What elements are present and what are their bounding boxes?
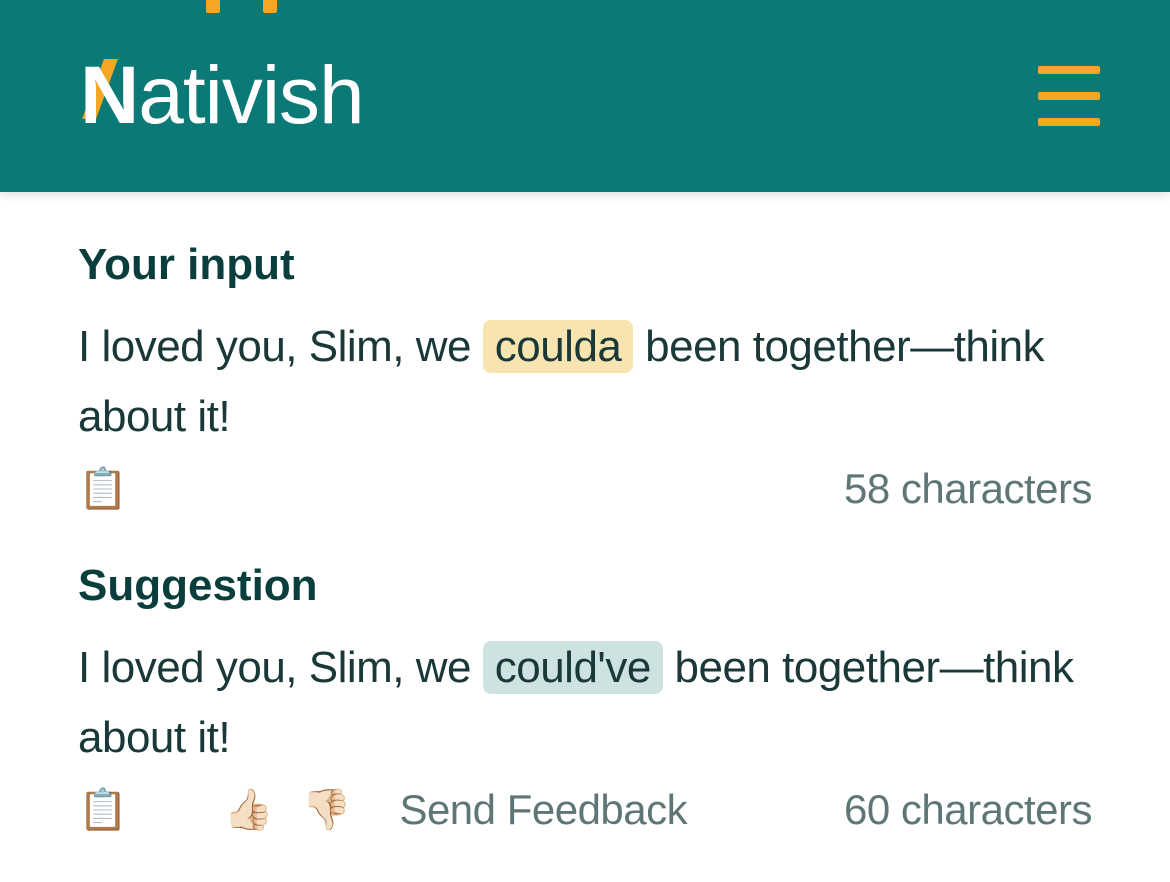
- clipboard-icon[interactable]: 📋: [78, 465, 128, 512]
- thumbs-down-icon[interactable]: 👎🏻: [302, 786, 352, 833]
- suggestion-text-before: I loved you, Slim, we: [78, 643, 483, 692]
- suggestion-text: I loved you, Slim, we could've been toge…: [78, 633, 1092, 774]
- hamburger-menu-icon[interactable]: [1038, 66, 1100, 126]
- send-feedback-link[interactable]: Send Feedback: [399, 786, 687, 834]
- suggestion-highlight: could've: [483, 641, 663, 694]
- suggestion-meta-row: 📋 👍🏻 👎🏻 Send Feedback 60 characters: [78, 786, 1092, 834]
- input-meta-row: 📋 58 characters: [78, 465, 1092, 513]
- suggestion-title: Suggestion: [78, 561, 1092, 611]
- input-section: Your input I loved you, Slim, we coulda …: [78, 240, 1092, 513]
- suggestion-char-count: 60 characters: [844, 786, 1092, 834]
- logo[interactable]: Nativish: [80, 49, 364, 143]
- input-highlight: coulda: [483, 320, 634, 373]
- thumbs-up-icon[interactable]: 👍🏻: [224, 786, 274, 833]
- main-content: Your input I loved you, Slim, we coulda …: [0, 192, 1170, 834]
- suggestion-section: Suggestion I loved you, Slim, we could'v…: [78, 561, 1092, 834]
- input-text-before: I loved you, Slim, we: [78, 322, 483, 371]
- input-title: Your input: [78, 240, 1092, 290]
- clipboard-icon[interactable]: 📋: [78, 786, 128, 833]
- app-header: Nativish: [0, 0, 1170, 192]
- input-char-count: 58 characters: [844, 465, 1092, 513]
- input-text: I loved you, Slim, we coulda been togeth…: [78, 312, 1092, 453]
